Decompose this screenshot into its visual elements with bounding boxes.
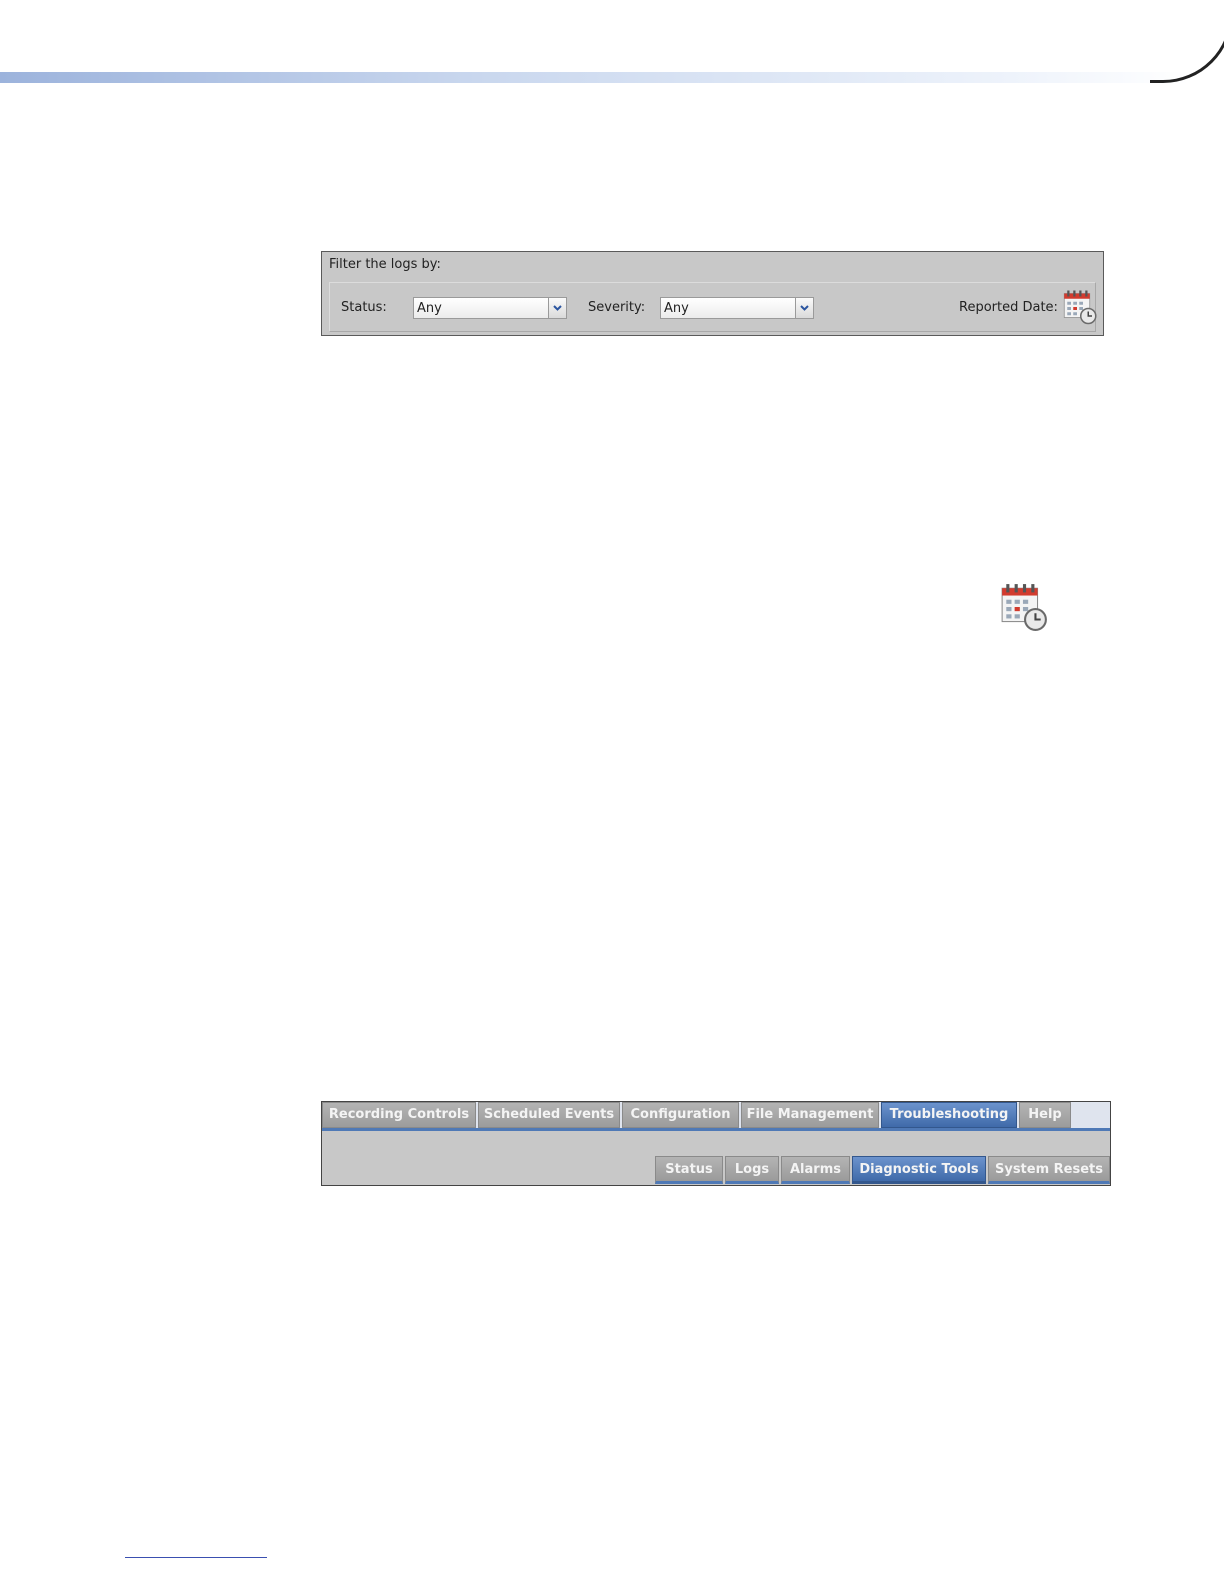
tab-recording-controls[interactable]: Recording Controls: [322, 1102, 476, 1128]
chevron-down-icon[interactable]: [548, 298, 566, 318]
navigation-tab-bar: Recording Controls Scheduled Events Conf…: [321, 1101, 1111, 1186]
subtab-alarms[interactable]: Alarms: [781, 1156, 850, 1184]
severity-select-value: Any: [664, 301, 689, 316]
filter-title: Filter the logs by:: [329, 257, 441, 272]
calendar-clock-icon: [998, 582, 1050, 636]
page-corner-decoration: [1150, 0, 1224, 83]
subtab-status[interactable]: Status: [655, 1156, 723, 1184]
footer-link-underline[interactable]: [125, 1557, 267, 1558]
severity-select[interactable]: Any: [660, 297, 814, 319]
tab-file-management[interactable]: File Management: [741, 1102, 879, 1128]
calendar-clock-icon[interactable]: [1062, 289, 1098, 329]
chevron-down-icon[interactable]: [795, 298, 813, 318]
reported-date-label: Reported Date:: [959, 300, 1058, 315]
log-filter-panel: Filter the logs by: Status: Any Severity…: [321, 251, 1104, 336]
filter-controls: Status: Any Severity: Any Reported Date:: [329, 282, 1098, 332]
subtab-logs[interactable]: Logs: [725, 1156, 779, 1184]
severity-label: Severity:: [588, 300, 646, 315]
tab-troubleshooting[interactable]: Troubleshooting: [881, 1102, 1017, 1128]
header-rule: [0, 72, 1190, 83]
tab-scheduled-events[interactable]: Scheduled Events: [478, 1102, 620, 1128]
subtab-system-resets[interactable]: System Resets: [988, 1156, 1110, 1184]
status-select[interactable]: Any: [413, 297, 567, 319]
tab-help[interactable]: Help: [1019, 1102, 1071, 1128]
status-select-value: Any: [417, 301, 442, 316]
status-label: Status:: [341, 300, 387, 315]
tab-configuration[interactable]: Configuration: [622, 1102, 739, 1128]
subtab-diagnostic-tools[interactable]: Diagnostic Tools: [852, 1156, 986, 1184]
tab-underline: [322, 1128, 1110, 1131]
